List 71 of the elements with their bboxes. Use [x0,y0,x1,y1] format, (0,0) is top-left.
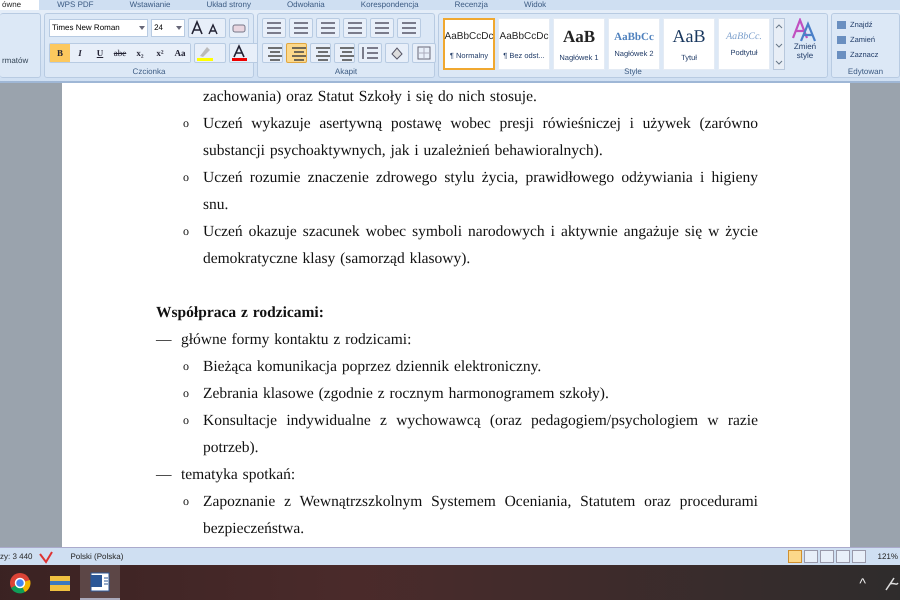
folder-icon [49,574,71,592]
paragraph-text: Współpraca z rodzicami: [156,303,325,323]
paragraph-text: główne formy kontaktu z rodzicami: [181,330,412,350]
align-icon[interactable] [262,43,283,63]
dropdown-icon [139,26,146,30]
group-label: Czcionka [132,67,166,76]
eraser-icon[interactable] [229,18,249,38]
align-icon[interactable] [334,43,355,63]
list-marker: o [183,169,190,186]
list-marker: o [183,385,190,402]
list-icon[interactable] [370,18,394,38]
browser-icon [9,572,31,594]
format-button[interactable]: x² [150,44,170,62]
group-label: Akapit [334,67,358,76]
list-icon[interactable] [289,18,313,38]
list-marker: o [183,358,190,375]
font-size-icon[interactable] [188,18,226,38]
change-styles-button[interactable]: Zmień style [788,18,822,60]
ribbon-tab[interactable]: Korespondencja [342,0,437,10]
format-button[interactable]: B [50,44,70,62]
word-count[interactable]: zy: 3 440 [0,552,32,561]
format-button[interactable]: x₂ [130,44,150,62]
language[interactable]: Polski (Polska) [70,552,124,561]
paragraph-text: Uczeń wykazuje asertywną postawę wobec presji rówieśniczej i używek (zarówno substancji psychoaktywnych, jak i uzależnień behawioralnych). [203,114,758,161]
paragraph-text: zachowania) oraz Statut Szkoły i się do nich stosuje. [203,87,538,107]
borders-icon[interactable] [412,43,436,63]
align-icon[interactable] [286,43,307,63]
paragraph-text: Konsultacje indywidualne z wychowawcą (oraz pedagogiem/psychologiem w razie potrzeb). [203,411,758,458]
paragraph-text: Bieżąca komunikacja poprzez dziennik elektroniczny. [203,357,542,377]
font-size-field[interactable]: 24 [151,19,185,37]
group-label: rmatów [2,56,30,65]
zoom-level[interactable]: 121% [878,552,900,561]
paragraph-text: Zebrania klasowe (zgodnie z rocznym harmonogramem szkoły). [203,384,610,404]
format-button[interactable]: U [90,44,110,62]
paragraph-text: tematyka spotkań: [181,465,296,485]
shading-icon[interactable] [385,43,409,63]
list-marker: o [183,223,190,240]
spellcheck-icon[interactable] [38,550,54,564]
line-spacing-icon[interactable] [358,43,382,63]
ribbon-tab[interactable]: ówne [0,0,40,10]
list-icon[interactable] [262,18,286,38]
ribbon-tab[interactable]: Odwołania [268,0,343,10]
styles-icon [791,18,819,42]
document-app-icon [89,570,111,592]
word-taskbar-button[interactable] [80,565,120,600]
format-button[interactable]: Aa [170,44,190,62]
group-label: Style [623,67,643,76]
list-marker: — [156,330,173,350]
font-name-field[interactable]: Times New Roman [49,19,148,37]
list-icon[interactable] [316,18,340,38]
format-button[interactable]: abe [110,44,130,62]
gallery-scroll-icon[interactable] [773,18,785,70]
dropdown-icon [176,26,182,30]
ribbon-tab[interactable]: Recenzja [436,0,506,10]
tray-caret[interactable]: ^ [859,574,866,590]
ribbon-tab[interactable]: Układ strony [188,0,269,10]
paragraph-text: Zapoznanie z Wewnątrzszkolnym Systemem Oceniania, Statutem oraz procedurami bezpieczeństwa. [203,492,758,539]
list-icon[interactable] [343,18,367,38]
list-marker: o [183,115,190,132]
list-marker: o [183,412,190,429]
align-icon[interactable] [310,43,331,63]
paragraph-text: Uczeń rozumie znaczenie zdrowego stylu życia, prawidłowego odżywiania i higieny snu. [203,168,758,215]
format-button[interactable]: I [70,44,90,62]
list-marker: o [183,493,190,510]
paragraph-text: Uczeń okazuje szacunek wobec symboli narodowych i aktywnie angażuje się w życie demokratyczne klasy (samorząd klasowy). [203,222,758,269]
ribbon-tab[interactable]: Widok [506,0,564,10]
ribbon-tab[interactable]: Wstawianie [112,0,188,10]
list-icon[interactable] [397,18,421,38]
group-label: Edytowan [846,67,884,76]
ribbon-tab[interactable]: WPS PDF [39,0,112,10]
list-marker: — [156,465,173,485]
